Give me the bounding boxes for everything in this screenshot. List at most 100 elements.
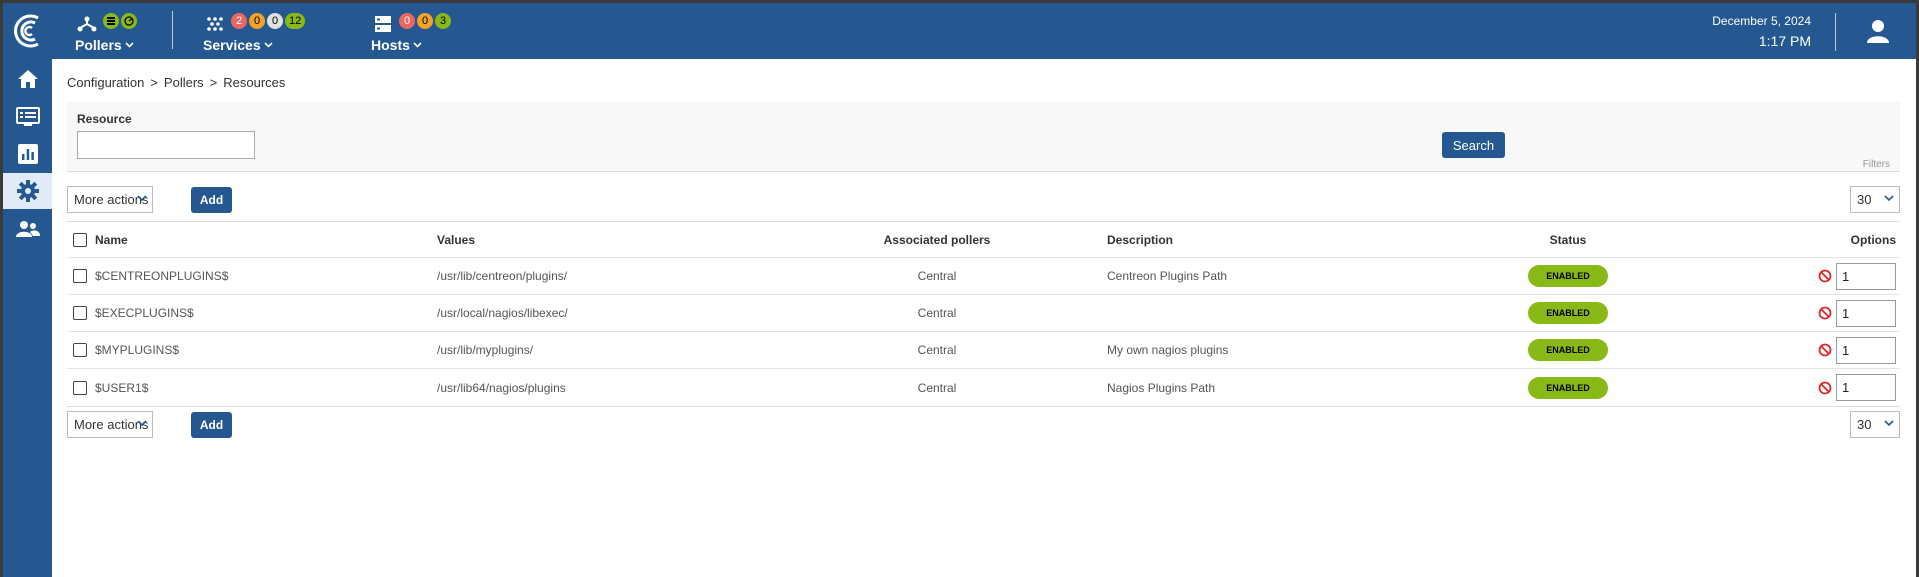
breadcrumb-separator: >: [209, 75, 218, 90]
row-check-cell: [73, 258, 87, 294]
search-button[interactable]: Search: [1442, 132, 1505, 158]
hosts-badges[interactable]: 0 0 3: [399, 13, 451, 29]
current-date: December 5, 2024: [1712, 14, 1811, 28]
resource-description: My own nagios plugins: [1107, 343, 1229, 357]
chevron-down-icon: [137, 195, 147, 202]
hosts-menu[interactable]: 0 0 3 Hosts: [371, 11, 481, 55]
table-row: $EXECPLUGINS$ /usr/local/nagios/libexec/…: [67, 295, 1900, 332]
services-critical-badge[interactable]: 2: [231, 13, 247, 29]
services-icon: [205, 15, 227, 33]
hosts-down-badge[interactable]: 0: [399, 13, 415, 29]
resource-pollers: Central: [917, 306, 957, 320]
row-checkbox[interactable]: [73, 343, 87, 357]
sidebar-item-configuration[interactable]: [3, 173, 52, 209]
sidebar: [3, 59, 52, 577]
per-page-value: 30: [1857, 192, 1872, 207]
header-divider: [172, 11, 173, 49]
pollers-menu[interactable]: Pollers: [75, 11, 165, 55]
chevron-down-icon: [264, 42, 273, 48]
column-header-description: Description: [1107, 232, 1174, 247]
centreon-logo[interactable]: [9, 9, 47, 53]
per-page-select[interactable]: 30: [1850, 186, 1900, 213]
pollers-label[interactable]: Pollers: [75, 37, 134, 53]
more-actions-select[interactable]: More actions: [67, 186, 153, 213]
current-time: 1:17 PM: [1758, 33, 1811, 49]
breadcrumb-resources[interactable]: Resources: [223, 75, 285, 90]
resource-search-input[interactable]: [77, 131, 255, 159]
reporting-icon: [17, 144, 38, 164]
more-actions-select[interactable]: More actions: [67, 411, 153, 438]
resource-value: /usr/lib64/nagios/plugins: [437, 380, 566, 395]
row-checkbox[interactable]: [73, 306, 87, 320]
chevron-down-icon: [1884, 195, 1894, 202]
services-unknown-badge[interactable]: 0: [267, 13, 283, 29]
app-window: Pollers 2 0 0 12 Services 0 0 3 Hosts De…: [3, 3, 1916, 577]
status-badge: ENABLED: [1528, 339, 1608, 361]
services-ok-badge[interactable]: 12: [285, 13, 306, 29]
hosts-up-badge[interactable]: 3: [435, 13, 451, 29]
add-button[interactable]: Add: [191, 412, 232, 438]
status-badge: ENABLED: [1528, 265, 1608, 287]
database-status-icon: [103, 13, 119, 29]
services-label[interactable]: Services: [203, 37, 273, 53]
resource-name-link[interactable]: $EXECPLUGINS$: [95, 295, 194, 331]
sidebar-item-reporting[interactable]: [3, 136, 52, 172]
hosts-text: Hosts: [371, 37, 410, 53]
options-cell: 1: [1818, 258, 1896, 294]
resource-filter-label: Resource: [77, 112, 132, 126]
column-header-name: Name: [95, 232, 128, 247]
pollers-text: Pollers: [75, 37, 122, 53]
disable-icon[interactable]: [1818, 306, 1832, 320]
table-row: $CENTREONPLUGINS$ /usr/lib/centreon/plug…: [67, 258, 1900, 295]
hosts-unreachable-badge[interactable]: 0: [417, 13, 433, 29]
resource-value: /usr/local/nagios/libexec/: [437, 306, 568, 320]
column-header-pollers: Associated pollers: [883, 232, 991, 247]
table-header-row: Name Values Associated pollers Descripti…: [67, 222, 1900, 258]
breadcrumb-pollers[interactable]: Pollers: [164, 75, 204, 90]
sidebar-item-home[interactable]: [3, 61, 52, 97]
pollers-status[interactable]: [103, 13, 137, 29]
sidebar-item-administration[interactable]: [3, 211, 52, 247]
disable-icon[interactable]: [1818, 343, 1832, 357]
row-checkbox[interactable]: [73, 269, 87, 283]
disable-icon[interactable]: [1818, 381, 1832, 395]
hosts-icon: [373, 15, 395, 33]
services-menu[interactable]: 2 0 0 12 Services: [203, 11, 333, 55]
duplicate-count-input[interactable]: 1: [1836, 262, 1896, 290]
hosts-label[interactable]: Hosts: [371, 37, 422, 53]
table-row: $MYPLUGINS$ /usr/lib/myplugins/ Central …: [67, 332, 1900, 369]
add-button[interactable]: Add: [191, 187, 232, 213]
select-all-checkbox[interactable]: [73, 232, 87, 247]
table-row: $USER1$ /usr/lib64/nagios/plugins Centra…: [67, 369, 1900, 406]
column-header-status: Status: [1549, 232, 1587, 247]
status-cell: ENABLED: [1513, 332, 1623, 368]
resource-name-link[interactable]: $MYPLUGINS$: [95, 332, 179, 368]
resource-name-link[interactable]: $USER1$: [95, 369, 148, 406]
services-badges[interactable]: 2 0 0 12: [231, 13, 306, 29]
resource-name-link[interactable]: $CENTREONPLUGINS$: [95, 258, 228, 294]
select-all-cell: [73, 222, 87, 257]
sidebar-item-monitoring[interactable]: [3, 99, 52, 135]
breadcrumb-configuration[interactable]: Configuration: [67, 75, 144, 90]
per-page-select[interactable]: 30: [1850, 411, 1900, 438]
status-cell: ENABLED: [1513, 258, 1623, 294]
duplicate-count-input[interactable]: 1: [1836, 336, 1896, 364]
administration-users-icon: [15, 221, 40, 237]
disable-icon[interactable]: [1818, 269, 1832, 283]
row-check-cell: [73, 332, 87, 368]
row-checkbox[interactable]: [73, 380, 87, 395]
top-header: Pollers 2 0 0 12 Services 0 0 3 Hosts De…: [3, 3, 1916, 59]
resource-pollers: Central: [917, 343, 957, 357]
services-warning-badge[interactable]: 0: [249, 13, 265, 29]
breadcrumb: Configuration > Pollers > Resources: [67, 75, 291, 90]
duplicate-count-input[interactable]: 1: [1836, 299, 1896, 327]
user-profile-icon[interactable]: [1865, 18, 1891, 44]
duplicate-count-input[interactable]: 1: [1836, 374, 1896, 401]
pollers-icon: [77, 15, 99, 33]
filters-toggle[interactable]: Filters: [1863, 159, 1890, 170]
resources-table: Name Values Associated pollers Descripti…: [67, 221, 1900, 407]
monitoring-icon: [15, 107, 40, 126]
status-badge: ENABLED: [1528, 376, 1608, 399]
header-divider: [1835, 13, 1836, 51]
resource-value: /usr/lib/centreon/plugins/: [437, 269, 568, 283]
